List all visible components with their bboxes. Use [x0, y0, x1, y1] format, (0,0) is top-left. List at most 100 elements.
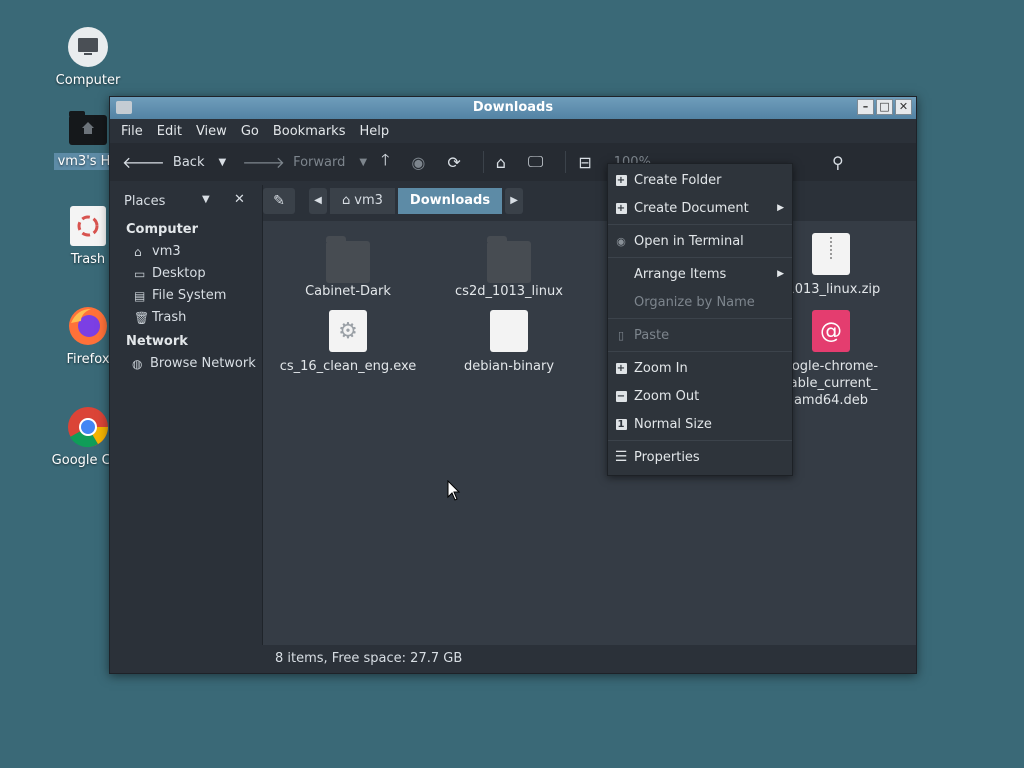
menu-separator	[608, 318, 792, 319]
zoom-out-icon: −	[615, 390, 627, 402]
path-scroll-right-button[interactable]: ▶	[505, 188, 524, 214]
desktop-icon: ▭	[134, 266, 146, 281]
arrow-left-icon: 🡐	[122, 153, 165, 172]
menu-item-paste[interactable]: ▯ Paste	[608, 321, 792, 349]
sidebar-header[interactable]: Places ▼ ✕	[110, 185, 262, 217]
sidebar-section-computer: Computer	[126, 222, 199, 237]
home-icon: ⌂	[495, 152, 506, 172]
path-scroll-left-button[interactable]: ◀	[309, 188, 327, 214]
desktop-icon-label: Trash	[70, 252, 106, 267]
chevron-right-icon: ▶	[510, 195, 518, 206]
menu-item-organize-by-name[interactable]: Organize by Name	[608, 288, 792, 316]
menu-separator	[608, 351, 792, 352]
sidebar-section-network: Network	[126, 334, 188, 349]
zoom-in-icon: +	[615, 362, 627, 374]
sidebar-item-label: vm3	[152, 244, 181, 259]
sidebar: Places ▼ ✕ Computer ⌂ vm3 ▭ Desktop ▤ File …	[110, 185, 263, 645]
back-history-dropdown[interactable]: ▼	[218, 157, 226, 168]
sidebar-item-browse-network[interactable]: ◍ Browse Network	[110, 353, 262, 375]
sidebar-item-file-system[interactable]: ▤ File System	[110, 285, 262, 307]
pathbar: ✎ ◀ ⌂ vm3 Downloads ▶	[263, 185, 916, 217]
search-icon: ⚲	[832, 152, 844, 172]
chevron-right-icon: ▶	[777, 203, 784, 213]
minimize-button[interactable]: –	[857, 99, 874, 115]
chevron-down-icon[interactable]: ▼	[202, 194, 210, 205]
file-view[interactable]: Cabinet-Dark cs2d_1013_linux d_1013_linu…	[263, 221, 916, 645]
menu-view[interactable]: View	[189, 124, 234, 139]
file-icon	[487, 310, 531, 352]
menu-item-properties[interactable]: ☰ Properties	[608, 443, 792, 471]
file-item[interactable]: ⚙ cs_16_clean_eng.exe	[273, 310, 423, 375]
chevron-left-icon: ◀	[314, 195, 322, 206]
trash-icon	[67, 205, 109, 247]
menu-item-create-folder[interactable]: + Create Folder	[608, 166, 792, 194]
terminal-icon: ◉	[616, 234, 626, 248]
menu-bookmarks[interactable]: Bookmarks	[266, 124, 353, 139]
close-button[interactable]: ✕	[895, 99, 912, 115]
menu-separator	[608, 440, 792, 441]
home-button[interactable]: ⌂	[496, 153, 514, 172]
menu-separator	[608, 257, 792, 258]
sidebar-item-label: File System	[152, 288, 227, 303]
up-button[interactable]: 🡑	[381, 149, 397, 176]
maximize-button[interactable]: □	[876, 99, 893, 115]
minus-icon: ⊟	[578, 152, 592, 172]
toolbar: 🡐 Back ▼ 🡒 Forward ▼ 🡑 ◉ ⟳ ⌂ 🖵 ⊟ 100% ⚲	[110, 143, 916, 181]
drive-icon: ▤	[134, 288, 146, 303]
reload-button[interactable]: ⟳	[447, 153, 468, 172]
menu-help[interactable]: Help	[352, 124, 396, 139]
desktop-icon-label: Firefox	[66, 352, 110, 367]
back-label: Back	[172, 154, 205, 170]
menu-item-arrange-items[interactable]: Arrange Items ▶	[608, 260, 792, 288]
sidebar-item-trash[interactable]: 🗑 Trash	[110, 307, 262, 329]
stop-icon: ◉	[411, 152, 426, 172]
sidebar-item-vm3[interactable]: ⌂ vm3	[110, 241, 262, 263]
window-titlebar[interactable]: Downloads – □ ✕	[110, 97, 916, 119]
sidebar-item-desktop[interactable]: ▭ Desktop	[110, 263, 262, 285]
monitor-icon: 🖵	[527, 152, 544, 171]
debian-package-icon: @	[809, 310, 853, 352]
sidebar-item-label: Trash	[152, 310, 187, 325]
computer-button[interactable]: 🖵	[528, 152, 551, 172]
menu-file[interactable]: File	[114, 124, 150, 139]
back-button[interactable]: 🡐 Back	[122, 152, 204, 172]
arrow-up-icon: 🡑	[381, 149, 390, 169]
menu-item-zoom-out[interactable]: − Zoom Out	[608, 382, 792, 410]
desktop-icon-label: Computer	[55, 73, 121, 88]
toolbar-separator	[482, 151, 484, 173]
sidebar-header-label: Places	[124, 193, 166, 209]
context-menu: + Create Folder + Create Document ▶ ◉ Op…	[607, 163, 793, 476]
menu-item-label: Create Folder	[634, 172, 722, 188]
menubar: File Edit View Go Bookmarks Help	[110, 119, 916, 143]
forward-label: Forward	[293, 154, 346, 170]
file-name: Cabinet-Dark	[305, 284, 391, 299]
path-segment-downloads[interactable]: Downloads	[397, 188, 503, 214]
search-button[interactable]: ⚲	[832, 153, 852, 172]
zoom-out-button[interactable]: ⊟	[578, 153, 599, 172]
trash-icon: 🗑	[134, 310, 150, 325]
menu-separator	[608, 224, 792, 225]
forward-history-dropdown[interactable]: ▼	[359, 157, 367, 168]
forward-button[interactable]: 🡒 Forward	[242, 152, 345, 172]
home-icon: ⌂	[134, 244, 142, 259]
menu-item-open-in-terminal[interactable]: ◉ Open in Terminal	[608, 227, 792, 255]
menu-item-create-document[interactable]: + Create Document ▶	[608, 194, 792, 222]
menu-edit[interactable]: Edit	[150, 124, 189, 139]
menu-item-label: Normal Size	[634, 416, 712, 432]
menu-item-normal-size[interactable]: 1 Normal Size	[608, 410, 792, 438]
edit-path-button[interactable]: ✎	[263, 188, 295, 214]
desktop-icon-computer[interactable]: Computer	[46, 26, 130, 89]
home-icon: ⌂	[342, 193, 351, 208]
file-item[interactable]: debian-binary	[434, 310, 584, 375]
menu-item-label: Paste	[634, 327, 670, 343]
file-name: debian-binary	[463, 359, 555, 374]
file-item[interactable]: Cabinet-Dark	[273, 235, 423, 300]
menu-go[interactable]: Go	[234, 124, 266, 139]
menu-item-zoom-in[interactable]: + Zoom In	[608, 354, 792, 382]
sidebar-item-label: Browse Network	[150, 356, 256, 371]
path-segment-vm3[interactable]: ⌂ vm3	[330, 188, 395, 214]
file-item[interactable]: cs2d_1013_linux	[434, 235, 584, 300]
close-icon[interactable]: ✕	[234, 192, 245, 207]
stop-button[interactable]: ◉	[411, 153, 433, 172]
menu-item-label: Open in Terminal	[634, 233, 744, 249]
